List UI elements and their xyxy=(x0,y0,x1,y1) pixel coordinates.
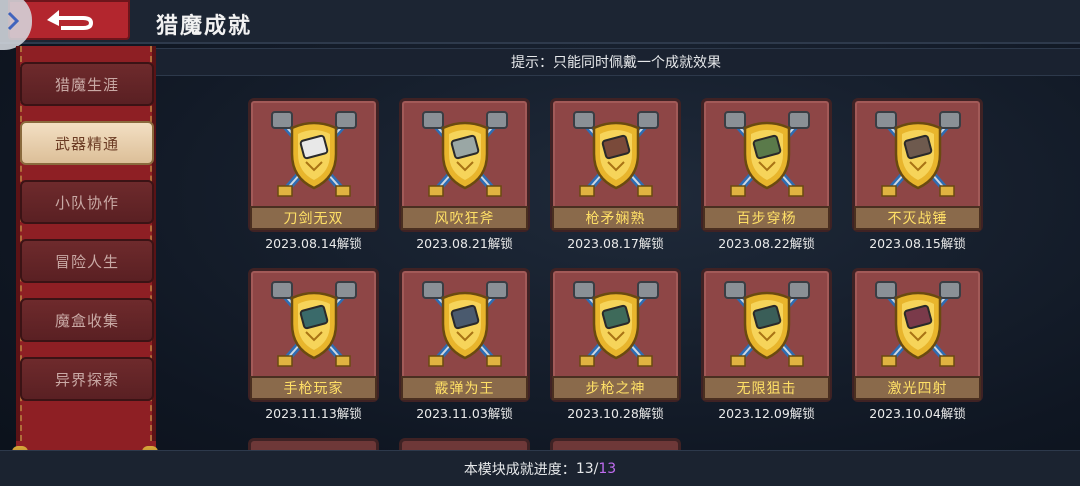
achievement-name: 刀剑无双 xyxy=(250,206,377,230)
achievement-unlock-date: 2023.08.14解锁 xyxy=(265,236,362,251)
achievement-unlock-date: 2023.10.28解锁 xyxy=(567,406,664,421)
achievement-emblem-icon xyxy=(271,111,357,197)
achievement-card[interactable]: 枪矛娴熟 2023.08.17解锁 xyxy=(550,98,681,258)
achievement-card[interactable]: 霰弹为王 2023.11.03解锁 xyxy=(399,268,530,428)
achievement-name: 风吹狂斧 xyxy=(401,206,528,230)
achievement-unlock-date: 2023.08.21解锁 xyxy=(416,236,513,251)
achievement-emblem xyxy=(419,278,511,372)
achievement-name: 步枪之神 xyxy=(552,376,679,400)
achievement-unlock-date: 2023.08.22解锁 xyxy=(718,236,815,251)
achievement-emblem-icon xyxy=(875,281,961,367)
achievement-name: 百步穿杨 xyxy=(703,206,830,230)
achievement-name: 手枪玩家 xyxy=(250,376,377,400)
achievement-emblem xyxy=(268,278,360,372)
sidebar-item-weapon-mastery[interactable]: 武器精通 xyxy=(20,121,154,165)
achievement-card-partial xyxy=(550,438,681,450)
category-sidebar: 猎魔生涯 武器精通 小队协作 冒险人生 魔盒收集 异界探索 xyxy=(6,46,158,481)
progress-current: 13 xyxy=(575,460,594,477)
achievement-card[interactable]: 刀剑无双 2023.08.14解锁 xyxy=(248,98,379,258)
achievement-card-partial xyxy=(399,438,530,450)
progress-total: 13 xyxy=(598,460,617,477)
achievement-card[interactable]: 不灭战锤 2023.08.15解锁 xyxy=(852,98,983,258)
sidebar-item-box-collection[interactable]: 魔盒收集 xyxy=(20,298,154,342)
achievement-card[interactable]: 百步穿杨 2023.08.22解锁 xyxy=(701,98,832,258)
sidebar-item-career[interactable]: 猎魔生涯 xyxy=(20,62,154,106)
chevron-right-icon xyxy=(7,11,20,31)
achievement-card[interactable]: 手枪玩家 2023.11.13解锁 xyxy=(248,268,379,428)
top-bar: 猎魔成就 xyxy=(0,0,1080,44)
back-arrow-icon xyxy=(47,10,93,30)
achievement-emblem-icon xyxy=(573,111,659,197)
achievement-card-partial xyxy=(248,438,379,450)
achievement-emblem-icon xyxy=(573,281,659,367)
progress-label: 本模块成就进度： xyxy=(463,461,576,478)
achievement-emblem-icon xyxy=(875,111,961,197)
achievement-emblem xyxy=(721,108,813,202)
achievement-name: 霰弹为王 xyxy=(401,376,528,400)
achievement-card[interactable]: 风吹狂斧 2023.08.21解锁 xyxy=(399,98,530,258)
achievement-name: 不灭战锤 xyxy=(854,206,981,230)
achievement-unlock-date: 2023.10.04解锁 xyxy=(869,406,966,421)
page-title: 猎魔成就 xyxy=(156,14,253,39)
achievement-emblem xyxy=(419,108,511,202)
achievement-grid: 刀剑无双 2023.08.14解锁 风吹狂斧 2023.08.21解锁 枪矛娴熟… xyxy=(248,98,988,478)
achievement-emblem-icon xyxy=(724,111,810,197)
achievement-emblem xyxy=(268,108,360,202)
hint-bar: 提示：只能同时佩戴一个成就效果 xyxy=(152,48,1080,76)
achievement-unlock-date: 2023.08.17解锁 xyxy=(567,236,664,251)
achievement-emblem xyxy=(872,108,964,202)
achievement-unlock-date: 2023.11.03解锁 xyxy=(416,406,513,421)
achievement-unlock-date: 2023.11.13解锁 xyxy=(265,406,362,421)
achievement-emblem-icon xyxy=(271,281,357,367)
achievement-emblem-icon xyxy=(422,111,508,197)
achievement-card[interactable]: 激光四射 2023.10.04解锁 xyxy=(852,268,983,428)
progress-bar: 本模块成就进度： 13 / 13 xyxy=(0,450,1080,486)
achievement-unlock-date: 2023.12.09解锁 xyxy=(718,406,815,421)
achievement-emblem xyxy=(872,278,964,372)
achievement-emblem xyxy=(570,108,662,202)
achievement-unlock-date: 2023.08.15解锁 xyxy=(869,236,966,251)
sidebar-item-otherworld[interactable]: 异界探索 xyxy=(20,357,154,401)
achievement-emblem xyxy=(570,278,662,372)
achievement-emblem-icon xyxy=(724,281,810,367)
achievement-name: 无限狙击 xyxy=(703,376,830,400)
sidebar-item-adventure[interactable]: 冒险人生 xyxy=(20,239,154,283)
achievement-name: 枪矛娴熟 xyxy=(552,206,679,230)
achievement-card[interactable]: 无限狙击 2023.12.09解锁 xyxy=(701,268,832,428)
achievement-emblem xyxy=(721,278,813,372)
achievement-emblem-icon xyxy=(422,281,508,367)
achievement-screen: { "header": {"title": "猎魔成就", "back_icon… xyxy=(0,0,1080,486)
achievement-name: 激光四射 xyxy=(854,376,981,400)
achievement-card[interactable]: 步枪之神 2023.10.28解锁 xyxy=(550,268,681,428)
sidebar-item-squad[interactable]: 小队协作 xyxy=(20,180,154,224)
